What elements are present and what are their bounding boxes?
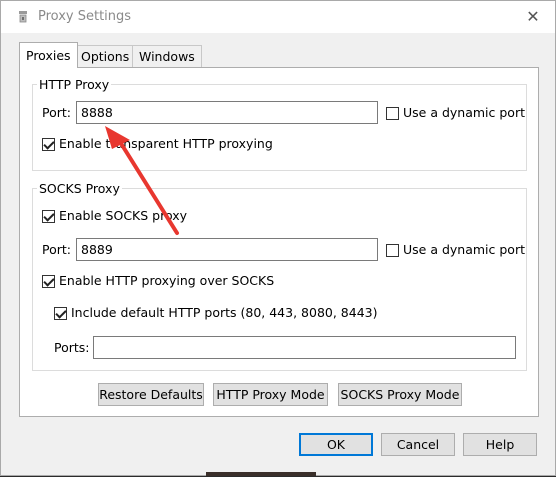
tab-options[interactable]: Options (74, 45, 137, 67)
ok-button[interactable]: OK (299, 433, 373, 456)
socks-port-label: Port: (42, 242, 71, 257)
tab-windows[interactable]: Windows (132, 45, 202, 67)
cancel-button[interactable]: Cancel (381, 433, 455, 456)
transparent-proxying-label: Enable transparent HTTP proxying (59, 136, 273, 151)
ports-input[interactable] (93, 336, 516, 359)
close-icon[interactable]: ✕ (520, 6, 546, 28)
http-proxy-group (32, 84, 527, 171)
enable-socks-checkbox[interactable] (42, 210, 55, 223)
http-port-input[interactable]: 8888 (76, 101, 378, 124)
socks-port-input[interactable]: 8889 (76, 238, 378, 261)
ports-label: Ports: (54, 340, 90, 355)
http-over-socks-label: Enable HTTP proxying over SOCKS (59, 273, 275, 288)
http-dynamic-port-label: Use a dynamic port (403, 105, 525, 120)
socks-proxy-mode-button[interactable]: SOCKS Proxy Mode (338, 383, 462, 406)
help-button[interactable]: Help (463, 433, 537, 456)
app-icon (19, 11, 27, 23)
http-proxy-legend: HTTP Proxy (37, 77, 112, 92)
socks-dynamic-port-checkbox[interactable] (386, 244, 399, 257)
http-port-label: Port: (42, 105, 71, 120)
tab-proxies[interactable]: Proxies (19, 42, 78, 68)
window-title: Proxy Settings (38, 9, 132, 24)
socks-proxy-legend: SOCKS Proxy (37, 181, 122, 196)
http-dynamic-port-checkbox[interactable] (386, 107, 399, 120)
background-strip-bottom (206, 472, 316, 476)
proxies-tab-panel: HTTP Proxy Port: 8888 Use a dynamic port… (19, 67, 539, 417)
restore-defaults-button[interactable]: Restore Defaults (98, 383, 204, 406)
default-ports-label: Include default HTTP ports (80, 443, 808… (71, 305, 378, 320)
enable-socks-label: Enable SOCKS proxy (59, 208, 188, 223)
http-proxy-mode-button[interactable]: HTTP Proxy Mode (213, 383, 328, 406)
title-bar: Proxy Settings ✕ (1, 1, 555, 33)
default-ports-checkbox[interactable] (54, 307, 67, 320)
http-over-socks-checkbox[interactable] (42, 275, 55, 288)
proxy-settings-dialog: Proxy Settings ✕ Proxies Options Windows… (0, 0, 556, 476)
socks-dynamic-port-label: Use a dynamic port (403, 242, 525, 257)
transparent-proxying-checkbox[interactable] (42, 138, 55, 151)
